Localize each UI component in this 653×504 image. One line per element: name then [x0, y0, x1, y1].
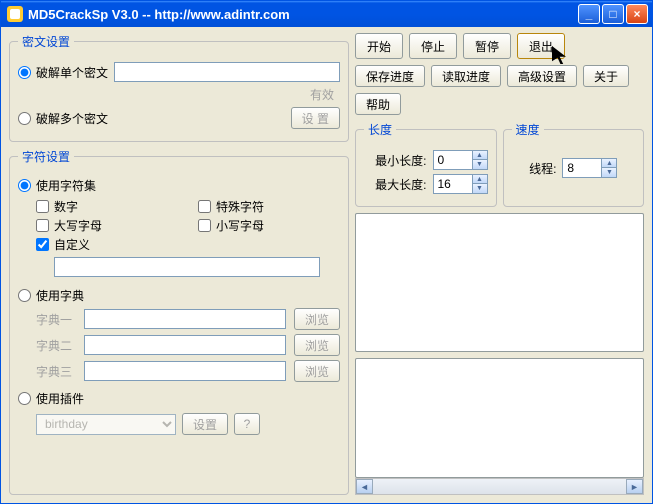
multi-cipher-row: 破解多个密文 设 置	[18, 107, 340, 129]
spin-down-icon[interactable]: ▼	[473, 160, 487, 169]
titlebar: MD5CrackSp V3.0 -- http://www.adintr.com…	[1, 1, 652, 27]
max-length-input[interactable]	[433, 174, 473, 194]
valid-hint: 有效	[310, 86, 334, 103]
cipher-legend: 密文设置	[18, 33, 74, 50]
window-controls: _ □ ×	[578, 4, 648, 24]
threads-input[interactable]	[562, 158, 602, 178]
app-icon	[7, 6, 23, 22]
advanced-button[interactable]: 高级设置	[507, 65, 577, 87]
dict1-label: 字典一	[36, 311, 76, 328]
min-length-label: 最小长度:	[375, 152, 426, 169]
special-check[interactable]: 特殊字符	[198, 198, 340, 215]
dict2-input	[84, 335, 286, 355]
action-row-2: 保存进度 读取进度 高级设置 关于 帮助	[355, 65, 644, 115]
single-cipher-radio[interactable]	[18, 66, 31, 79]
min-length-spinner[interactable]: ▲▼	[433, 150, 488, 170]
right-column: 开始 停止 暂停 退出 保存进度 读取进度 高级设置 关于 帮助 长度 最小长度…	[355, 33, 644, 495]
use-charset-radio[interactable]	[18, 179, 31, 192]
length-speed-row: 长度 最小长度: ▲▼ 最大长度: ▲▼	[355, 121, 644, 207]
dict1-browse-button: 浏览	[294, 308, 340, 330]
length-group: 长度 最小长度: ▲▼ 最大长度: ▲▼	[355, 121, 497, 207]
dict3-label: 字典三	[36, 363, 76, 380]
plugin-set-button: 设置	[182, 413, 228, 435]
dict2-browse-button: 浏览	[294, 334, 340, 356]
app-window: MD5CrackSp V3.0 -- http://www.adintr.com…	[0, 0, 653, 504]
single-cipher-input[interactable]	[114, 62, 340, 82]
close-button[interactable]: ×	[626, 4, 648, 24]
spin-up-icon[interactable]: ▲	[473, 175, 487, 184]
spin-down-icon[interactable]: ▼	[473, 184, 487, 193]
use-dict-radio-label[interactable]: 使用字典	[18, 287, 84, 304]
multi-cipher-set-button: 设 置	[291, 107, 340, 129]
single-cipher-radio-label[interactable]: 破解单个密文	[18, 64, 108, 81]
left-column: 密文设置 破解单个密文 有效 破解多个密文	[9, 33, 349, 495]
dict1-row: 字典一 浏览	[36, 308, 340, 330]
use-dict-radio[interactable]	[18, 289, 31, 302]
horizontal-scrollbar[interactable]: ◄ ►	[355, 478, 644, 495]
output-panel-top[interactable]	[355, 213, 644, 352]
spin-down-icon[interactable]: ▼	[602, 168, 616, 177]
spin-up-icon[interactable]: ▲	[473, 151, 487, 160]
max-length-label: 最大长度:	[375, 176, 426, 193]
plugin-row: birthday 设置 ?	[36, 413, 340, 435]
charset-checkbox-grid: 数字 特殊字符 大写字母 小写字母 自定义	[36, 198, 340, 253]
window-title: MD5CrackSp V3.0 -- http://www.adintr.com	[28, 7, 573, 22]
custom-charset-input[interactable]	[54, 257, 320, 277]
speed-group: 速度 线程: ▲▼	[503, 121, 645, 207]
scroll-track[interactable]	[373, 479, 626, 494]
max-length-spinner[interactable]: ▲▼	[433, 174, 488, 194]
spin-up-icon[interactable]: ▲	[602, 159, 616, 168]
load-progress-button[interactable]: 读取进度	[431, 65, 501, 87]
scroll-left-icon[interactable]: ◄	[356, 479, 373, 494]
minimize-button[interactable]: _	[578, 4, 600, 24]
multi-cipher-radio[interactable]	[18, 112, 31, 125]
use-charset-radio-label[interactable]: 使用字符集	[18, 177, 96, 194]
dict2-row: 字典二 浏览	[36, 334, 340, 356]
plugin-select: birthday	[36, 414, 176, 435]
dict3-row: 字典三 浏览	[36, 360, 340, 382]
output-panel-bottom[interactable]	[355, 358, 644, 478]
threads-label: 线程:	[529, 160, 556, 177]
use-plugin-radio-label[interactable]: 使用插件	[18, 390, 84, 407]
dict3-browse-button: 浏览	[294, 360, 340, 382]
speed-legend: 速度	[512, 121, 544, 138]
dict2-label: 字典二	[36, 337, 76, 354]
help-button[interactable]: 帮助	[355, 93, 401, 115]
digits-check[interactable]: 数字	[36, 198, 178, 215]
action-row-1: 开始 停止 暂停 退出	[355, 33, 644, 59]
plugin-help-button: ?	[234, 413, 260, 435]
exit-button[interactable]: 退出	[517, 33, 565, 59]
lower-check[interactable]: 小写字母	[198, 217, 340, 234]
pause-button[interactable]: 暂停	[463, 33, 511, 59]
dict1-input	[84, 309, 286, 329]
content-area: 密文设置 破解单个密文 有效 破解多个密文	[1, 27, 652, 503]
custom-check[interactable]: 自定义	[36, 236, 178, 253]
single-cipher-row: 破解单个密文	[18, 62, 340, 82]
charset-group: 字符设置 使用字符集 数字 特殊字符 大写字母 小写字母 自定义	[9, 148, 349, 495]
length-legend: 长度	[364, 121, 396, 138]
stop-button[interactable]: 停止	[409, 33, 457, 59]
upper-check[interactable]: 大写字母	[36, 217, 178, 234]
maximize-button[interactable]: □	[602, 4, 624, 24]
about-button[interactable]: 关于	[583, 65, 629, 87]
threads-spinner[interactable]: ▲▼	[562, 158, 617, 178]
save-progress-button[interactable]: 保存进度	[355, 65, 425, 87]
dict3-input	[84, 361, 286, 381]
use-plugin-radio[interactable]	[18, 392, 31, 405]
min-length-input[interactable]	[433, 150, 473, 170]
cipher-group: 密文设置 破解单个密文 有效 破解多个密文	[9, 33, 349, 142]
charset-legend: 字符设置	[18, 148, 74, 165]
multi-cipher-radio-label[interactable]: 破解多个密文	[18, 110, 108, 127]
start-button[interactable]: 开始	[355, 33, 403, 59]
scroll-right-icon[interactable]: ►	[626, 479, 643, 494]
